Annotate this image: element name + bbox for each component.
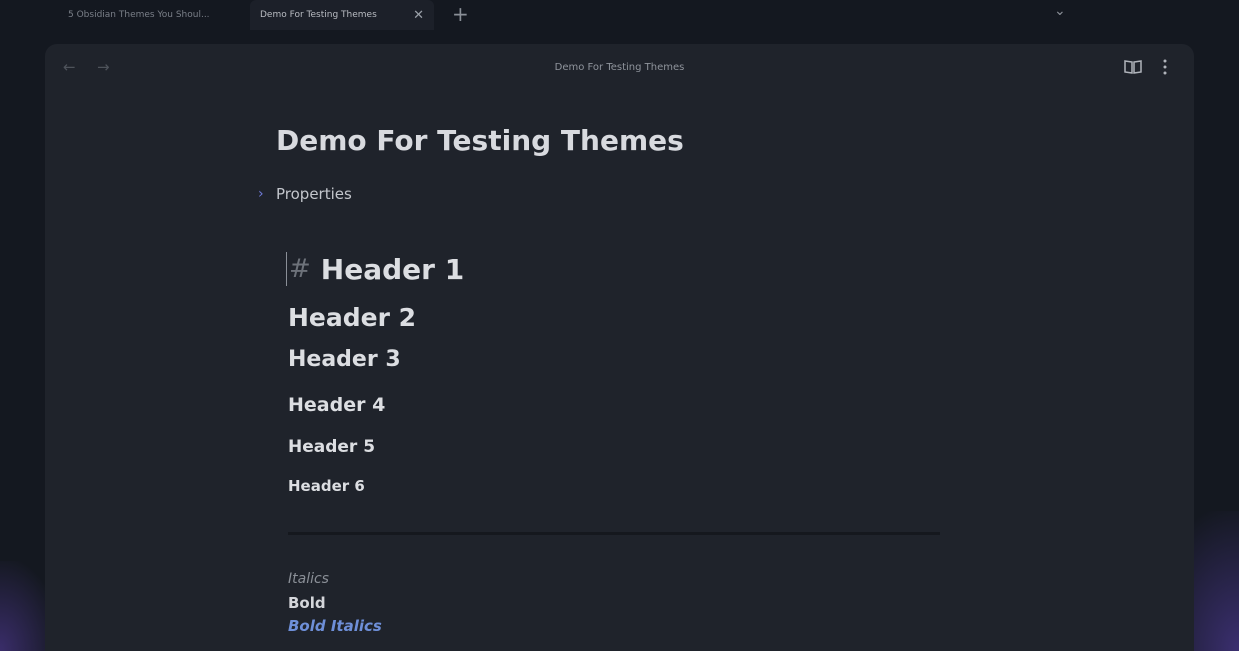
close-icon[interactable]: ✕	[413, 9, 424, 22]
document-content: Demo For Testing Themes › Properties # H…	[45, 44, 1194, 651]
italics-text[interactable]: Italics	[288, 571, 329, 587]
editor-pane: ← → Demo For Testing Themes Demo For Tes…	[45, 44, 1194, 651]
heading-6[interactable]: Header 6	[288, 477, 365, 495]
horizontal-rule	[288, 532, 940, 535]
chevron-down-icon[interactable]: ⌄	[1054, 3, 1066, 19]
inline-title[interactable]: Demo For Testing Themes	[276, 124, 684, 157]
bold-italics-text[interactable]: Bold Italics	[288, 617, 382, 635]
heading-4[interactable]: Header 4	[288, 394, 385, 416]
bold-text[interactable]: Bold	[288, 594, 326, 612]
properties-label: Properties	[276, 185, 352, 203]
tab-label: 5 Obsidian Themes You Shoul...	[68, 10, 210, 20]
tab-bar: 5 Obsidian Themes You Shoul... Demo For …	[0, 0, 1239, 34]
properties-toggle[interactable]: › Properties	[258, 185, 352, 203]
heading-1-text: Header 1	[320, 252, 465, 286]
tab-demo-for-testing-themes[interactable]: Demo For Testing Themes ✕	[250, 0, 434, 30]
text-cursor	[286, 252, 287, 286]
tab-obsidian-themes[interactable]: 5 Obsidian Themes You Shoul...	[58, 0, 238, 30]
tab-label: Demo For Testing Themes	[260, 10, 377, 20]
heading-3[interactable]: Header 3	[288, 347, 401, 372]
heading-2[interactable]: Header 2	[288, 303, 416, 332]
heading-1[interactable]: # Header 1	[286, 252, 464, 286]
heading-5[interactable]: Header 5	[288, 437, 375, 457]
plus-icon[interactable]: +	[452, 2, 469, 26]
heading-marker: #	[289, 254, 311, 284]
chevron-right-icon: ›	[258, 186, 264, 202]
